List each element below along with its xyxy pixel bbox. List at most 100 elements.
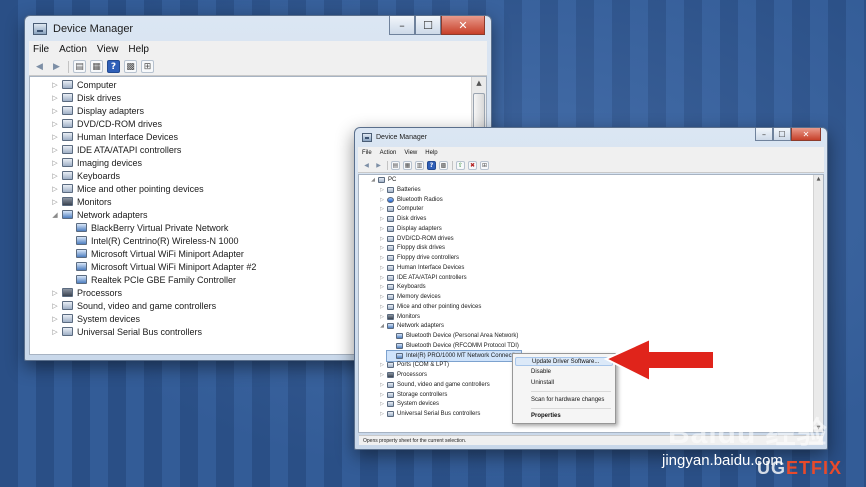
show-hide-console-tree-icon[interactable]: ▤	[391, 160, 400, 170]
tree-item[interactable]: ▷ Human Interface Devices	[50, 130, 178, 143]
scroll-up-icon[interactable]: ▲	[814, 176, 823, 182]
tree-item[interactable]: ▷ Processors	[378, 370, 427, 380]
properties-icon[interactable]: ▦	[90, 60, 103, 73]
tree-item[interactable]: ▷ Sound, video and game controllers	[378, 380, 490, 390]
collapse-arrow-icon[interactable]: ◢	[369, 177, 377, 183]
show-hide-console-tree-icon[interactable]: ▤	[73, 60, 86, 73]
tree-item[interactable]: Bluetooth Device (RFCOMM Protocol TDI)	[387, 341, 519, 351]
minimize-button[interactable]: –	[755, 128, 773, 141]
help-icon[interactable]: ?	[427, 160, 436, 170]
tree-item[interactable]: ▷ Memory devices	[378, 292, 441, 302]
expand-arrow-icon[interactable]: ▷	[50, 172, 60, 180]
tree-item[interactable]: Intel(R) PRO/1000 MT Network Connection	[385, 349, 523, 362]
tree-item[interactable]: ▷ DVD/CD-ROM drives	[378, 234, 454, 244]
tree-item[interactable]: ▷ Universal Serial Bus controllers	[378, 409, 480, 419]
close-button[interactable]: ✕	[791, 128, 821, 141]
expand-arrow-icon[interactable]: ▷	[50, 185, 60, 193]
tree-item[interactable]: ▷ Computer	[50, 78, 116, 91]
expand-arrow-icon[interactable]: ▷	[378, 362, 386, 368]
tree-item[interactable]: ▷ Display adapters	[50, 104, 144, 117]
expand-arrow-icon[interactable]: ▷	[378, 372, 386, 378]
expand-arrow-icon[interactable]: ▷	[50, 107, 60, 115]
back-arrow-icon[interactable]: ◀	[362, 161, 371, 170]
maximize-button[interactable]: ☐	[773, 128, 791, 141]
expand-arrow-icon[interactable]: ▷	[50, 81, 60, 89]
scan-for-hardware-changes-menu-item[interactable]: Scan for hardware changes	[531, 396, 611, 405]
expand-arrow-icon[interactable]: ▷	[378, 255, 386, 261]
tree-item[interactable]: ▷ Floppy disk drives	[378, 243, 445, 253]
tree-item[interactable]: Intel(R) Centrino(R) Wireless-N 1000	[64, 234, 239, 247]
tree-item[interactable]: ▷ Human Interface Devices	[378, 263, 464, 273]
scroll-up-icon[interactable]: ▲	[472, 79, 486, 87]
expand-arrow-icon[interactable]: ▷	[378, 304, 386, 310]
expand-arrow-icon[interactable]: ▷	[50, 198, 60, 206]
tree-item[interactable]: ▷ Keyboards	[50, 169, 120, 182]
tree-item[interactable]: ▷ Mice and other pointing devices	[378, 302, 481, 312]
expand-arrow-icon[interactable]: ▷	[378, 206, 386, 212]
expand-arrow-icon[interactable]: ▷	[378, 275, 386, 281]
tree-item[interactable]: ◢ Network adapters	[50, 208, 147, 221]
tree-root-item[interactable]: ◢ PC	[369, 175, 396, 185]
menu-view[interactable]: View	[404, 150, 417, 156]
tree-item[interactable]: ◢ Network adapters	[378, 321, 444, 331]
expand-arrow-icon[interactable]: ▷	[378, 216, 386, 222]
expand-arrow-icon[interactable]: ▷	[50, 328, 60, 336]
export-list-icon[interactable]: ▥	[415, 160, 424, 170]
uninstall-menu-item[interactable]: Uninstall	[531, 379, 611, 388]
expand-arrow-icon[interactable]: ▷	[50, 120, 60, 128]
tree-item[interactable]: ▷ IDE ATA/ATAPI controllers	[50, 143, 181, 156]
tree-item[interactable]: ▷ Floppy drive controllers	[378, 253, 459, 263]
tree-item[interactable]: Realtek PCIe GBE Family Controller	[64, 273, 236, 286]
expand-arrow-icon[interactable]: ▷	[50, 146, 60, 154]
expand-arrow-icon[interactable]: ▷	[378, 411, 386, 417]
menu-action[interactable]: Action	[59, 44, 87, 55]
menu-view[interactable]: View	[97, 44, 119, 55]
tree-item[interactable]: ▷ Disk drives	[378, 214, 426, 224]
expand-arrow-icon[interactable]: ▷	[50, 159, 60, 167]
help-icon[interactable]: ?	[107, 60, 120, 73]
close-button[interactable]: ✕	[441, 16, 485, 35]
minimize-button[interactable]: –	[389, 16, 415, 35]
forward-arrow-icon[interactable]: ▶	[50, 60, 63, 73]
expand-arrow-icon[interactable]: ▷	[378, 245, 386, 251]
title-bar[interactable]: Device Manager – ☐ ✕	[355, 128, 827, 147]
menu-action[interactable]: Action	[380, 150, 397, 156]
tree-item[interactable]: ▷ Storage controllers	[378, 390, 447, 400]
expand-arrow-icon[interactable]: ▷	[50, 302, 60, 310]
expand-arrow-icon[interactable]: ▷	[378, 265, 386, 271]
collapse-arrow-icon[interactable]: ◢	[50, 211, 60, 219]
tree-item[interactable]: ▷ Display adapters	[378, 224, 442, 234]
expand-arrow-icon[interactable]: ▷	[378, 187, 386, 193]
tree-item[interactable]: ▷ Batteries	[378, 185, 421, 195]
menu-file[interactable]: File	[33, 44, 49, 55]
tree-item[interactable]: ▷ Universal Serial Bus controllers	[50, 325, 202, 338]
show-grid-icon[interactable]: ▩	[124, 60, 137, 73]
properties-menu-item[interactable]: Properties	[531, 412, 611, 421]
expand-arrow-icon[interactable]: ▷	[378, 392, 386, 398]
expand-arrow-icon[interactable]: ▷	[378, 236, 386, 242]
tree-item[interactable]: Bluetooth Device (Personal Area Network)	[387, 331, 518, 341]
forward-arrow-icon[interactable]: ▶	[374, 161, 383, 170]
scan-hardware-icon[interactable]: ⊞	[141, 60, 154, 73]
tree-item[interactable]: ▷ Monitors	[50, 195, 111, 208]
disable-menu-item[interactable]: Disable	[531, 368, 611, 377]
expand-arrow-icon[interactable]: ▷	[50, 94, 60, 102]
update-driver-software-menu-item[interactable]: Update Driver Software...	[515, 357, 613, 366]
scan-hardware-icon[interactable]: ⊞	[480, 160, 489, 170]
expand-arrow-icon[interactable]: ▷	[378, 382, 386, 388]
tree-item[interactable]: ▷ Mice and other pointing devices	[50, 182, 203, 195]
tree-item[interactable]: BlackBerry Virtual Private Network	[64, 221, 228, 234]
expand-arrow-icon[interactable]: ▷	[378, 401, 386, 407]
expand-arrow-icon[interactable]: ▷	[378, 197, 386, 203]
menu-file[interactable]: File	[362, 150, 372, 156]
expand-arrow-icon[interactable]: ▷	[50, 289, 60, 297]
tree-item[interactable]: ▷ Computer	[378, 204, 423, 214]
show-grid-icon[interactable]: ▩	[439, 160, 448, 170]
uninstall-device-icon[interactable]: ✖	[468, 160, 477, 170]
expand-arrow-icon[interactable]: ▷	[50, 315, 60, 323]
tree-item[interactable]: ▷ Sound, video and game controllers	[50, 299, 216, 312]
tree-item[interactable]: ▷ DVD/CD-ROM drives	[50, 117, 162, 130]
expand-arrow-icon[interactable]: ▷	[378, 314, 386, 320]
update-driver-icon[interactable]: ⇧	[456, 160, 465, 170]
collapse-arrow-icon[interactable]: ◢	[378, 323, 386, 329]
